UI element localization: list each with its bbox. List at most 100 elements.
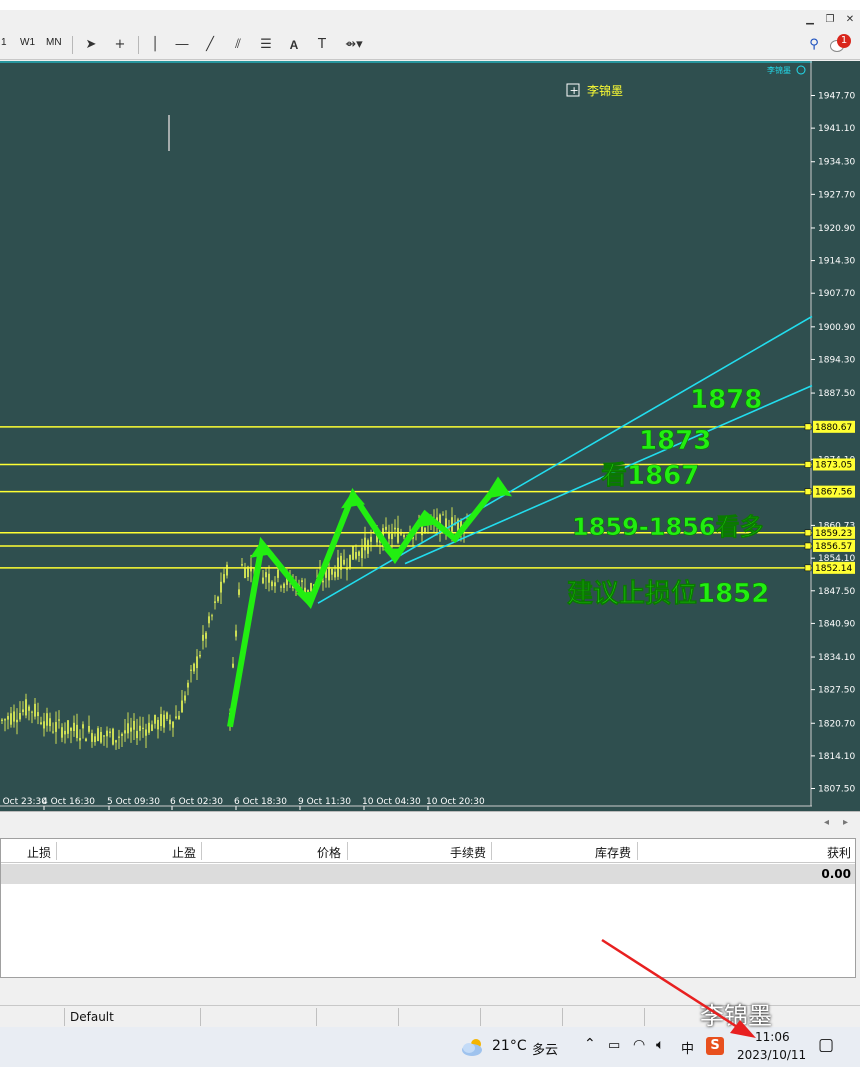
candle-body [115, 740, 117, 743]
candle-body [91, 733, 93, 742]
candle-body [13, 711, 15, 722]
price-tick-label: 1907.70 [818, 289, 855, 299]
scroll-strip: ◂ ▸ [0, 811, 860, 837]
timeframe-button-mn[interactable]: MN [46, 37, 62, 48]
time-tick-label: 2 Oct 23:30 [0, 797, 47, 807]
candle-body [394, 527, 396, 530]
notification-center-icon[interactable]: ▢ [818, 1035, 834, 1055]
close-icon[interactable]: ✕ [842, 12, 858, 27]
windows-taskbar: 21°C 多云 ⌃ ▭ ◠ 🔈︎ 中 S 11:06 2023/10/11 ▢ [0, 1027, 860, 1067]
wifi-icon[interactable]: ◠ [633, 1037, 645, 1053]
candle-body [217, 596, 219, 602]
minimize-icon[interactable]: ▁ [802, 12, 818, 27]
candle-body [88, 725, 90, 732]
chevron-up-icon[interactable]: ⌃ [584, 1036, 596, 1052]
candle-body [148, 722, 150, 733]
candle-body [277, 569, 279, 578]
candle-body [76, 724, 78, 739]
arrows-dropdown-icon[interactable]: ⇴▾ [340, 35, 368, 55]
candle-body [70, 727, 72, 731]
restore-icon[interactable]: ❐ [822, 12, 838, 27]
candle-body [16, 719, 18, 723]
trendline-icon[interactable]: ╱ [200, 35, 220, 55]
candle-body [442, 514, 444, 516]
candle-body [352, 545, 354, 560]
price-level-tag-label: 1880.67 [815, 423, 852, 433]
price-tick-label: 1827.50 [818, 686, 855, 696]
candle-body [25, 699, 27, 716]
time-tick-label: 4 Oct 16:30 [42, 797, 95, 807]
clock-time[interactable]: 11:06 [755, 1030, 790, 1044]
column-price[interactable]: 价格 [291, 844, 341, 861]
text-label-icon[interactable]: T [312, 35, 332, 55]
scroll-left-icon[interactable]: ◂ [824, 817, 829, 828]
candle-body [208, 616, 210, 624]
candle-body [19, 712, 21, 720]
cursor-icon[interactable]: ➤ [81, 35, 101, 55]
column-swap[interactable]: 库存费 [576, 844, 631, 861]
candle-body [136, 730, 138, 739]
price-tick-label: 1847.50 [818, 587, 855, 597]
fibonacci-icon[interactable]: ☰ [256, 35, 276, 55]
candle-body [268, 573, 270, 583]
column-profit[interactable]: 获利 [791, 844, 851, 861]
battery-icon[interactable]: ▭ [608, 1038, 620, 1053]
clock-date[interactable]: 2023/10/11 [737, 1048, 806, 1062]
level-handle [804, 423, 812, 431]
notification-icon[interactable]: 1 [830, 34, 851, 54]
channel-icon[interactable]: ⫽ [228, 35, 248, 55]
column-stop-loss[interactable]: 止损 [5, 844, 51, 861]
candle-body [181, 700, 183, 713]
sogou-input-icon[interactable]: S [706, 1037, 724, 1055]
candle-body [166, 712, 168, 719]
text-tool-icon[interactable]: A [284, 35, 304, 55]
column-take-profit[interactable]: 止盈 [141, 844, 196, 861]
candle-body [154, 714, 156, 724]
candle-body [265, 572, 267, 578]
candle-body [364, 537, 366, 551]
candle-body [169, 719, 171, 725]
volume-icon[interactable]: 🔈︎ [656, 1037, 664, 1053]
candle-body [328, 568, 330, 581]
trade-terminal: 止损 止盈 价格 手续费 库存费 获利 0.00 [0, 838, 856, 978]
toolbar-separator [138, 36, 139, 54]
horizontal-line-icon[interactable]: ― [172, 35, 192, 55]
level-handle [804, 564, 812, 572]
candle-body [73, 722, 75, 732]
candle-body [223, 574, 225, 583]
profile-name[interactable]: Default [70, 1010, 114, 1024]
cloudy-weather-icon[interactable] [460, 1037, 486, 1057]
price-tick-label: 1941.10 [818, 124, 855, 134]
candle-body [226, 564, 228, 576]
weather-text[interactable]: 多云 [532, 1039, 558, 1058]
candle-body [43, 721, 45, 729]
toolbar-separator [72, 36, 73, 54]
timeframe-button[interactable]: 1 [1, 37, 7, 48]
scroll-right-icon[interactable]: ▸ [843, 817, 848, 828]
candle-body [55, 722, 57, 732]
ime-indicator[interactable]: 中 [681, 1038, 694, 1057]
timeframe-button-w1[interactable]: W1 [20, 37, 35, 48]
price-tick-label: 1914.30 [818, 257, 855, 267]
candle-body [220, 581, 222, 593]
candle-body [118, 736, 120, 738]
column-commission[interactable]: 手续费 [431, 844, 486, 861]
price-tick-label: 1840.90 [818, 619, 855, 629]
candle-body [241, 564, 243, 566]
price-chart[interactable]: 1947.70 1941.10 1934.30 1927.70 1920.90 1914.… [0, 61, 860, 811]
temperature[interactable]: 21°C [492, 1038, 527, 1054]
vertical-line-icon[interactable]: │ [145, 35, 165, 55]
price-tick-label: 1934.30 [818, 158, 855, 168]
candle-body [232, 663, 234, 668]
status-divider [644, 1008, 645, 1026]
candle-body [385, 526, 387, 530]
candle-body [211, 615, 213, 617]
crosshair-icon[interactable]: + [110, 35, 130, 55]
candle-body [7, 716, 9, 720]
annotation-text: 1878 [690, 385, 762, 415]
search-icon[interactable]: ⚲ [804, 35, 824, 55]
column-divider [56, 842, 57, 860]
candle-body [160, 714, 162, 727]
candle-body [310, 583, 312, 592]
candle-body [79, 737, 81, 741]
